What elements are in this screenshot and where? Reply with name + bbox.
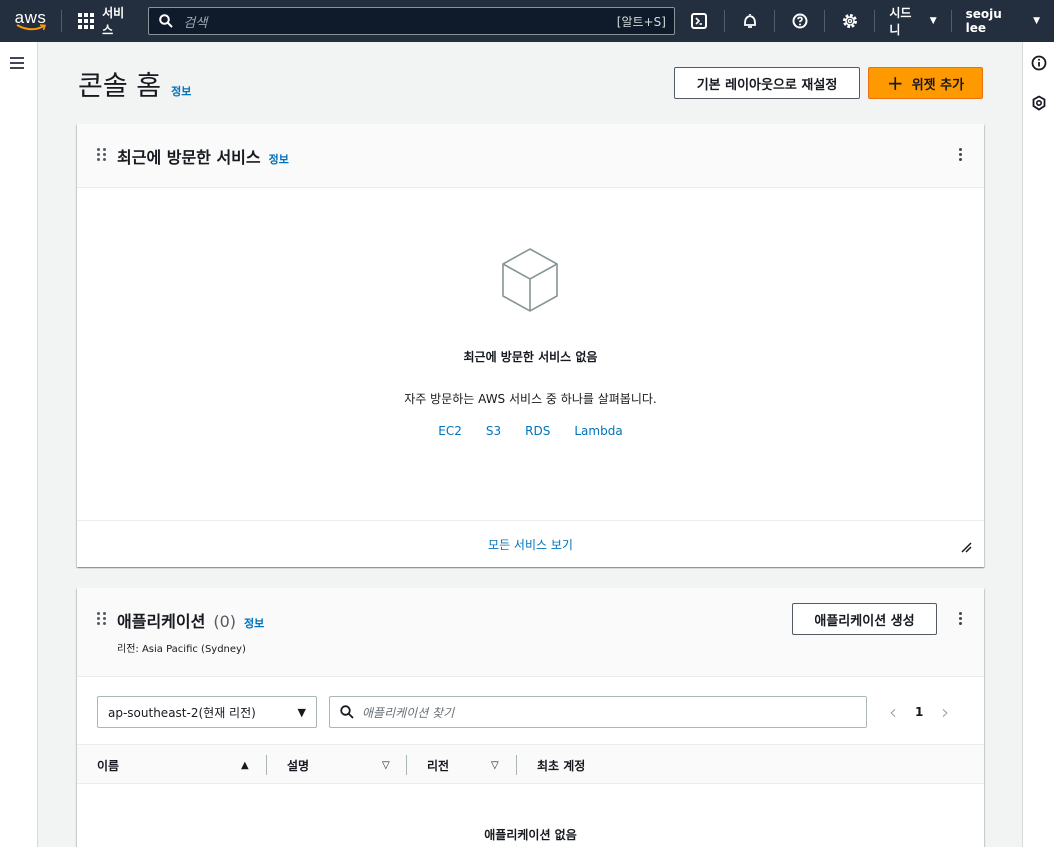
terminal-icon [691, 13, 708, 29]
column-header-region[interactable]: 리전 [427, 745, 449, 785]
applications-region-text: 리전: Asia Pacific (Sydney) [117, 644, 246, 655]
chevron-left-icon[interactable]: ‹ [889, 702, 897, 722]
sort-icon[interactable]: ▽ [382, 745, 390, 785]
region-filter-select[interactable]: ap-southeast-2(현재 리전) ▼ [97, 696, 317, 728]
recent-services-title-text: 최근에 방문한 서비스 [117, 148, 261, 167]
page-info-link[interactable]: 정보 [171, 83, 191, 99]
top-navigation: aws 서비스 검색 [알트+S] 시드니 ▼ seoju lee ▼ [0, 0, 1054, 42]
aws-logo[interactable]: aws [0, 0, 61, 42]
gear-icon [842, 14, 857, 28]
more-options-icon[interactable] [959, 612, 962, 625]
plus-icon: + [886, 71, 904, 95]
sort-icon[interactable]: ▽ [491, 745, 499, 785]
search-shortcut-hint: [알트+S] [616, 14, 666, 29]
service-link-s3[interactable]: S3 [486, 424, 501, 438]
menu-icon[interactable] [10, 57, 24, 72]
notifications-button[interactable] [725, 0, 774, 42]
drag-handle-icon[interactable] [97, 612, 106, 625]
account-menu[interactable]: seoju lee ▼ [952, 0, 1054, 42]
column-separator [266, 755, 267, 775]
search-placeholder: 검색 [183, 15, 208, 31]
search-icon [159, 14, 174, 28]
table-header: 이름 ▲ 설명 ▽ 리전 ▽ 최초 계정 [77, 744, 984, 784]
pagination: ‹ 1 › [889, 696, 949, 728]
settings-button[interactable] [825, 0, 874, 42]
recent-services-widget: 최근에 방문한 서비스 정보 최근에 방문한 서비스 없음 자주 방문하는 AW… [77, 124, 984, 567]
application-search-placeholder: 애플리케이션 찾기 [362, 705, 455, 720]
bell-icon [743, 14, 756, 28]
reset-layout-button[interactable]: 기본 레이아웃으로 재설정 [674, 67, 860, 99]
applications-count: (0) [213, 612, 236, 631]
recent-services-empty-desc: 자주 방문하는 AWS 서비스 중 하나를 살펴봅니다. [404, 392, 657, 406]
service-link-lambda[interactable]: Lambda [574, 424, 622, 438]
applications-widget: 애플리케이션 (0) 정보 리전: Asia Pacific (Sydney) … [77, 588, 984, 847]
drag-handle-icon[interactable] [97, 148, 106, 161]
grid-icon [78, 13, 95, 29]
caret-down-icon: ▼ [929, 16, 937, 26]
service-links: EC2 S3 RDS Lambda [77, 424, 984, 438]
applications-title: 애플리케이션 (0) 정보 [117, 608, 264, 632]
add-widget-button[interactable]: + 위젯 추가 [868, 67, 983, 99]
application-search-input[interactable]: 애플리케이션 찾기 [329, 696, 867, 728]
cloudshell-button[interactable] [675, 0, 724, 42]
left-rail [0, 42, 38, 847]
region-selector[interactable]: 시드니 ▼ [875, 0, 950, 42]
chevron-right-icon[interactable]: › [941, 702, 949, 722]
info-icon[interactable] [1031, 55, 1047, 71]
help-icon [792, 13, 808, 29]
region-filter-value: ap-southeast-2(현재 리전) [108, 705, 256, 720]
add-widget-label: 위젯 추가 [911, 77, 965, 93]
feedback-icon[interactable] [1031, 95, 1047, 111]
global-search-input[interactable]: 검색 [알트+S] [148, 7, 675, 35]
help-button[interactable] [775, 0, 824, 42]
recent-services-title: 최근에 방문한 서비스 정보 [117, 144, 289, 168]
applications-header: 애플리케이션 (0) 정보 리전: Asia Pacific (Sydney) … [77, 588, 984, 676]
page-number[interactable]: 1 [915, 705, 923, 719]
divider [77, 676, 984, 677]
service-link-ec2[interactable]: EC2 [438, 424, 462, 438]
view-all-services-link[interactable]: 모든 서비스 보기 [488, 536, 573, 553]
right-rail [1022, 42, 1054, 847]
column-header-description[interactable]: 설명 [287, 745, 309, 785]
applications-info-link[interactable]: 정보 [244, 615, 264, 631]
caret-down-icon: ▼ [1033, 16, 1040, 26]
aws-smile-icon [16, 24, 46, 31]
column-separator [516, 755, 517, 775]
column-header-first-account[interactable]: 최초 계정 [537, 745, 585, 785]
sort-ascending-icon[interactable]: ▲ [241, 745, 249, 785]
applications-title-text: 애플리케이션 [117, 612, 206, 631]
services-menu-button[interactable]: 서비스 [62, 0, 148, 42]
user-label: seoju lee [965, 7, 1002, 35]
service-link-rds[interactable]: RDS [525, 424, 550, 438]
more-options-icon[interactable] [959, 148, 962, 161]
region-label: 시드니 [889, 6, 912, 37]
page-title-text: 콘솔 홈 [78, 71, 162, 102]
resize-handle-icon[interactable] [960, 541, 972, 553]
empty-box-icon [502, 248, 558, 312]
recent-services-footer: 모든 서비스 보기 [77, 520, 984, 567]
applications-empty-title: 애플리케이션 없음 [484, 828, 577, 842]
search-icon [340, 705, 354, 719]
create-application-button[interactable]: 애플리케이션 생성 [792, 603, 937, 635]
recent-services-empty-title: 최근에 방문한 서비스 없음 [463, 350, 598, 364]
column-header-name[interactable]: 이름 [97, 745, 119, 785]
caret-down-icon: ▼ [297, 705, 306, 719]
recent-services-info-link[interactable]: 정보 [269, 151, 289, 167]
services-label: 서비스 [102, 6, 125, 37]
column-separator [406, 755, 407, 775]
recent-services-header: 최근에 방문한 서비스 정보 [77, 124, 984, 188]
page-title: 콘솔 홈 정보 [78, 64, 191, 103]
